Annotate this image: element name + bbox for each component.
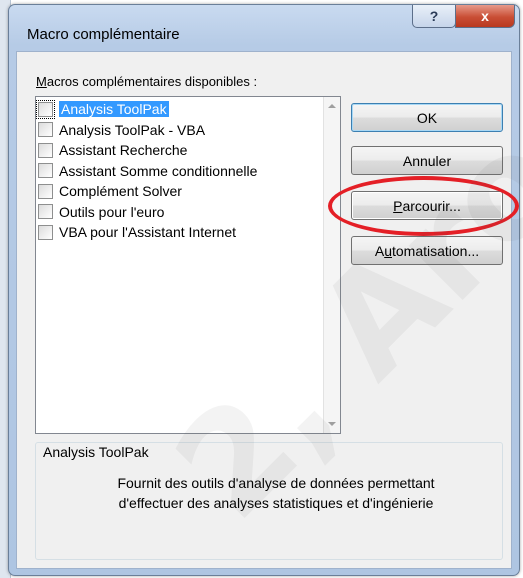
addin-label: Analysis ToolPak - VBA: [59, 121, 206, 138]
addin-list-item[interactable]: Outils pour l'euro: [38, 202, 164, 222]
checkbox[interactable]: [38, 204, 53, 219]
addins-list-label: Macros complémentaires disponibles :: [36, 74, 257, 89]
add-ins-dialog: Macro complémentaire ? x Macros compléme…: [8, 4, 520, 576]
description-text: Fournit des outils d'analyse de données …: [66, 473, 486, 513]
ok-button[interactable]: OK: [351, 103, 503, 132]
checkbox[interactable]: [36, 99, 55, 119]
browse-label: arcourir...: [402, 197, 461, 214]
automation-label: tomatisation...: [391, 242, 480, 259]
browse-accelerator: P: [393, 197, 403, 214]
addins-listbox[interactable]: Analysis ToolPak Analysis ToolPak - VBA As…: [35, 96, 341, 434]
checkbox[interactable]: [38, 183, 53, 199]
title-bar: Macro complémentaire ? x: [9, 5, 519, 49]
addin-label: Outils pour l'euro: [59, 203, 165, 220]
browse-button[interactable]: Parcourir...: [351, 191, 503, 220]
checkbox[interactable]: [38, 142, 53, 158]
addin-list-item[interactable]: Complément Solver: [38, 181, 182, 201]
addin-label: Analysis ToolPak: [59, 101, 169, 117]
addin-list-item[interactable]: Assistant Somme conditionnelle: [38, 161, 257, 181]
checkbox[interactable]: [38, 224, 53, 240]
automation-button[interactable]: Au tomatisation...: [351, 236, 503, 265]
cancel-button[interactable]: Annuler: [351, 146, 503, 175]
checkbox[interactable]: [38, 163, 53, 178]
question-icon: ?: [429, 8, 439, 24]
label-accelerator: M: [36, 74, 47, 89]
checkbox[interactable]: [38, 122, 53, 137]
dialog-body: Macros complémentaires disponibles : Ana…: [16, 51, 519, 569]
description-title: Analysis ToolPak: [43, 444, 149, 460]
addin-label: VBA pour l'Assistant Internet: [59, 224, 236, 240]
addin-list-item[interactable]: VBA pour l'Assistant Internet: [38, 222, 236, 242]
addin-label: Assistant Somme conditionnelle: [59, 162, 258, 179]
label-text: acros complémentaires disponibles :: [46, 74, 258, 89]
description-group: Analysis ToolPak Fournit des outils d'an…: [35, 442, 503, 560]
addin-list-item[interactable]: Analysis ToolPak: [36, 99, 169, 119]
dialog-title: Macro complémentaire: [27, 26, 180, 43]
addin-label: Complément Solver: [59, 183, 182, 199]
addin-list-item[interactable]: Assistant Recherche: [38, 140, 187, 160]
automation-accelerator: u: [384, 242, 392, 259]
help-button[interactable]: ?: [412, 5, 456, 28]
addin-label: Assistant Recherche: [59, 142, 188, 158]
scroll-up-icon[interactable]: [328, 104, 336, 108]
description-line-1: Fournit des outils d'analyse de données …: [117, 475, 435, 491]
listbox-scrollbar[interactable]: [323, 97, 340, 433]
close-icon: x: [481, 8, 489, 24]
cancel-label: Annuler: [402, 152, 452, 169]
ok-label: OK: [416, 109, 438, 126]
scroll-down-icon[interactable]: [328, 422, 336, 426]
addin-list-item[interactable]: Analysis ToolPak - VBA: [38, 120, 205, 140]
description-line-2: d'effectuer des analyses statistiques et…: [118, 495, 434, 511]
automation-prefix: A: [374, 242, 385, 259]
close-button[interactable]: x: [455, 5, 515, 28]
